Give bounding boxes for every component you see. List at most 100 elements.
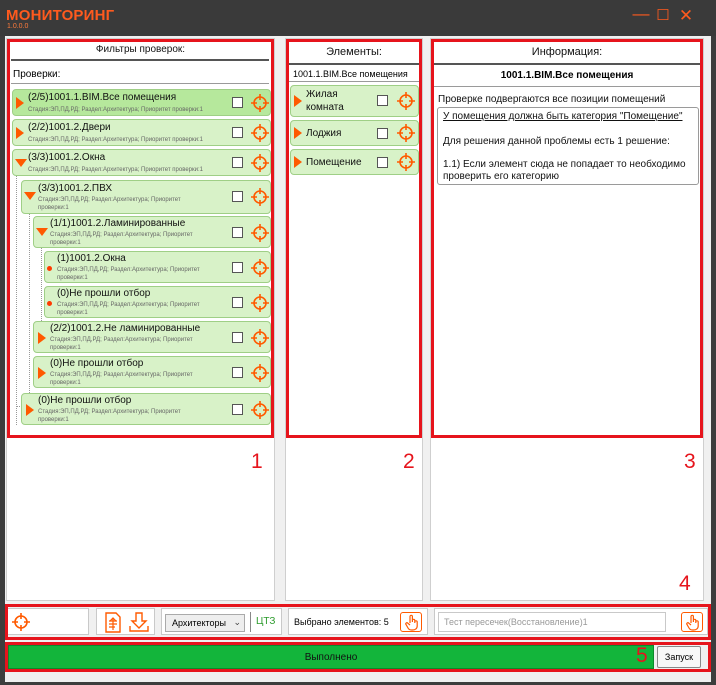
collision-test-placeholder: Тест пересечек(Восстановление)1 — [444, 617, 588, 627]
check-node-windows[interactable]: (3/3)1001.2.Окна Стадия:ЭП,ПД,РД; Раздел… — [12, 149, 271, 176]
check-node-doors[interactable]: (2/2)1001.2.Двери Стадия:ЭП,ПД,РД; Разде… — [12, 119, 271, 146]
crosshair-icon[interactable] — [251, 329, 269, 347]
element-checkbox[interactable] — [377, 157, 388, 168]
crosshair-icon[interactable] — [251, 401, 269, 419]
expand-arrow-icon[interactable] — [16, 127, 24, 139]
expand-arrow-icon[interactable] — [38, 332, 46, 344]
check-node-not-laminated[interactable]: (2/2)1001.2.Не ламинированные Стадия:ЭП,… — [33, 321, 271, 353]
crosshair-icon[interactable] — [397, 92, 415, 110]
run-button[interactable]: Запуск — [657, 646, 701, 668]
node-checkbox[interactable] — [232, 227, 243, 238]
crosshair-icon[interactable] — [251, 154, 269, 172]
title-bar[interactable]: МОНИТОРИНГ 1.0.0.0 — ☐ ✕ — [0, 0, 716, 36]
export-group — [96, 608, 155, 635]
leaf-dot-icon — [47, 266, 52, 271]
close-button[interactable]: ✕ — [677, 7, 695, 25]
collapse-arrow-icon[interactable] — [24, 192, 36, 200]
discipline-select-value: Архитекторы — [172, 618, 226, 628]
check-title: (2/2)1001.2.Двери — [28, 122, 111, 133]
expand-arrow-icon[interactable] — [16, 97, 24, 109]
solution-box: У помещения должна быть категория "Помещ… — [437, 107, 699, 185]
element-label: Помещение — [306, 157, 362, 168]
minimize-button[interactable]: — — [632, 5, 650, 23]
collapse-arrow-icon[interactable] — [15, 159, 27, 167]
node-checkbox[interactable] — [232, 157, 243, 168]
solution-text: 1.1) Если элемент сюда не попадает то не… — [443, 159, 686, 170]
crosshair-icon[interactable] — [397, 153, 415, 171]
check-meta: Стадия:ЭП,ПД,РД; Раздел:Архитектура; При… — [50, 372, 193, 386]
expand-arrow-icon[interactable] — [38, 367, 46, 379]
chevron-down-icon: ⌄ — [233, 617, 241, 627]
node-checkbox[interactable] — [232, 97, 243, 108]
divider — [11, 83, 269, 84]
element-label: Жилая — [306, 89, 338, 100]
node-checkbox[interactable] — [232, 367, 243, 378]
node-checkbox[interactable] — [232, 404, 243, 415]
element-item-living-room[interactable]: Жилая комната — [290, 85, 419, 117]
node-checkbox[interactable] — [232, 332, 243, 343]
node-checkbox[interactable] — [232, 127, 243, 138]
check-meta: Стадия:ЭП,ПД,РД; Раздел:Архитектура; При… — [50, 232, 193, 246]
info-header: Информация: — [531, 46, 603, 58]
crosshair-icon[interactable] — [251, 224, 269, 242]
check-title: (1)1001.2.Окна — [57, 253, 126, 264]
maximize-button[interactable]: ☐ — [654, 7, 672, 25]
crosshair-icon[interactable] — [251, 294, 269, 312]
node-checkbox[interactable] — [232, 297, 243, 308]
element-checkbox[interactable] — [377, 95, 388, 106]
crosshair-icon[interactable] — [397, 124, 415, 142]
element-item-loggia[interactable]: Лоджия — [290, 120, 419, 146]
expand-arrow-icon[interactable] — [294, 156, 302, 168]
expand-arrow-icon[interactable] — [294, 95, 302, 107]
info-check-title: 1001.1.BIM.Все помещения — [500, 70, 634, 81]
hand-pointer-icon — [405, 614, 418, 631]
divider — [289, 81, 419, 82]
solution-text: Для решения данной проблемы есть 1 решен… — [443, 136, 670, 147]
node-checkbox[interactable] — [232, 262, 243, 273]
check-node-all-rooms[interactable]: (2/5)1001.1.BIM.Все помещения Стадия:ЭП,… — [12, 89, 271, 116]
select-elements-button[interactable] — [400, 612, 422, 632]
check-title: (1/1)1001.2.Ламинированные — [50, 218, 186, 229]
app-window: МОНИТОРИНГ 1.0.0.0 — ☐ ✕ Фильтры проверо… — [0, 0, 716, 685]
annotation-number-5: 5 — [636, 644, 648, 667]
check-node-rejected[interactable]: (0)Не прошли отбор Стадия:ЭП,ПД,РД; Разд… — [44, 286, 271, 318]
solution-text: проверить его категорию — [443, 171, 559, 182]
check-node-windows-leaf[interactable]: (1)1001.2.Окна Стадия:ЭП,ПД,РД; Раздел:А… — [44, 251, 271, 283]
export-doc-icon[interactable] — [103, 612, 123, 633]
download-arrow-icon[interactable] — [128, 612, 150, 633]
crosshair-icon[interactable] — [251, 188, 269, 206]
collapse-arrow-icon[interactable] — [36, 228, 48, 236]
check-meta: Стадия:ЭП,ПД,РД; Раздел:Архитектура; При… — [38, 409, 181, 423]
annotation-number-3: 3 — [684, 450, 696, 473]
divider — [289, 63, 419, 65]
check-title: (0)Не прошли отбор — [38, 395, 132, 406]
element-item-room[interactable]: Помещение — [290, 149, 419, 175]
element-label: Лоджия — [306, 128, 342, 139]
discipline-code: ЦТЗ — [256, 616, 276, 627]
crosshair-icon[interactable] — [12, 613, 30, 631]
check-meta: Стадия:ЭП,ПД,РД; Раздел:Архитектура; При… — [28, 137, 203, 143]
collision-test-field[interactable]: Тест пересечек(Восстановление)1 — [438, 612, 666, 632]
element-checkbox[interactable] — [377, 128, 388, 139]
node-checkbox[interactable] — [232, 191, 243, 202]
crosshair-icon[interactable] — [251, 364, 269, 382]
check-node-rejected[interactable]: (0)Не прошли отбор Стадия:ЭП,ПД,РД; Разд… — [33, 356, 271, 388]
check-meta: Стадия:ЭП,ПД,РД; Раздел:Архитектура; При… — [28, 167, 203, 173]
check-meta: Стадия:ЭП,ПД,РД; Раздел:Архитектура; При… — [57, 267, 200, 281]
crosshair-icon[interactable] — [251, 259, 269, 277]
locate-box[interactable] — [7, 608, 89, 635]
checks-label: Проверки: — [13, 69, 61, 80]
expand-arrow-icon[interactable] — [294, 127, 302, 139]
crosshair-icon[interactable] — [251, 124, 269, 142]
check-title: (3/3)1001.2.Окна — [28, 152, 106, 163]
check-title: (2/2)1001.2.Не ламинированные — [50, 323, 201, 334]
discipline-select[interactable]: Архитекторы ⌄ — [165, 614, 245, 632]
info-panel: Информация: 1001.1.BIM.Все помещения Про… — [430, 38, 704, 601]
check-node-rejected[interactable]: (0)Не прошли отбор Стадия:ЭП,ПД,РД; Разд… — [21, 393, 271, 425]
collision-pick-button[interactable] — [681, 612, 703, 632]
check-node-pvc[interactable]: (3/3)1001.2.ПВХ Стадия:ЭП,ПД,РД; Раздел:… — [21, 180, 271, 214]
check-title: (3/3)1001.2.ПВХ — [38, 183, 113, 194]
crosshair-icon[interactable] — [251, 94, 269, 112]
expand-arrow-icon[interactable] — [26, 404, 34, 416]
check-node-laminated[interactable]: (1/1)1001.2.Ламинированные Стадия:ЭП,ПД,… — [33, 216, 271, 248]
